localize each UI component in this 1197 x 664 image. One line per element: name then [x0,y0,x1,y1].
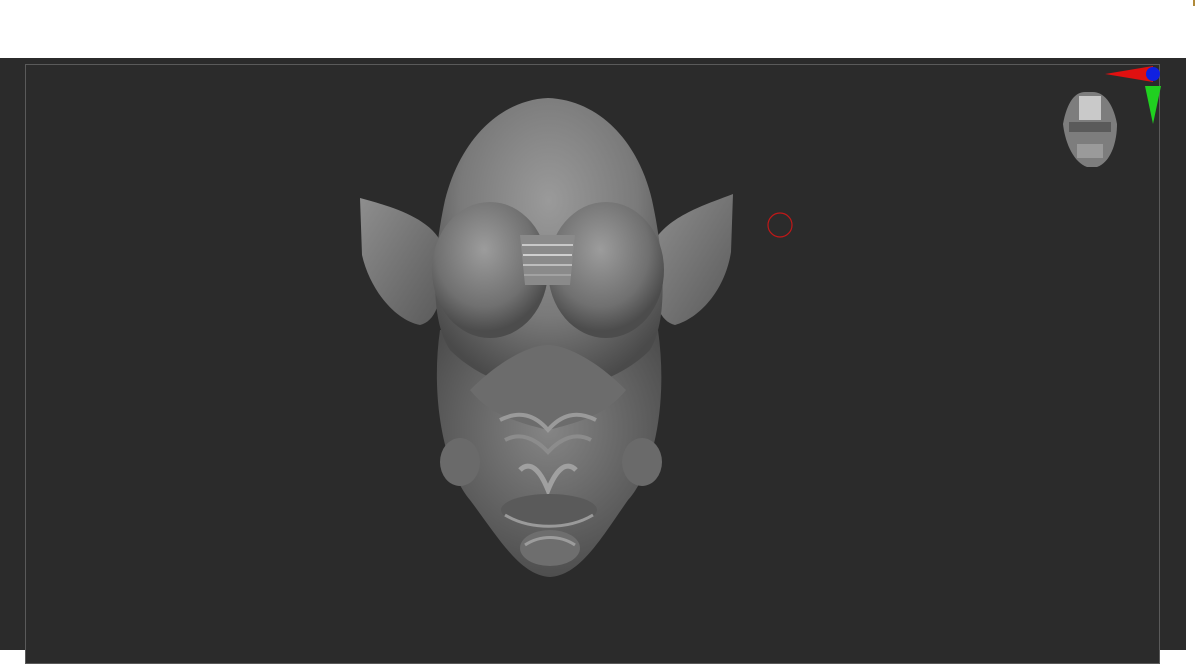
right-ear [653,194,733,325]
right-margin [1186,58,1197,650]
navigation-gizmo[interactable] [1055,62,1165,172]
corner-mark [1193,0,1195,6]
right-cheek [622,438,662,486]
chin [520,530,580,566]
y-axis-arrow [1145,86,1161,124]
z-axis-icon [1146,67,1160,81]
center-ridge [520,235,575,285]
left-cheek [440,438,480,486]
sculpt-model[interactable] [0,0,1186,650]
x-axis-arrow [1105,66,1153,82]
brush-cursor-icon [767,212,793,238]
left-ear [360,198,442,325]
